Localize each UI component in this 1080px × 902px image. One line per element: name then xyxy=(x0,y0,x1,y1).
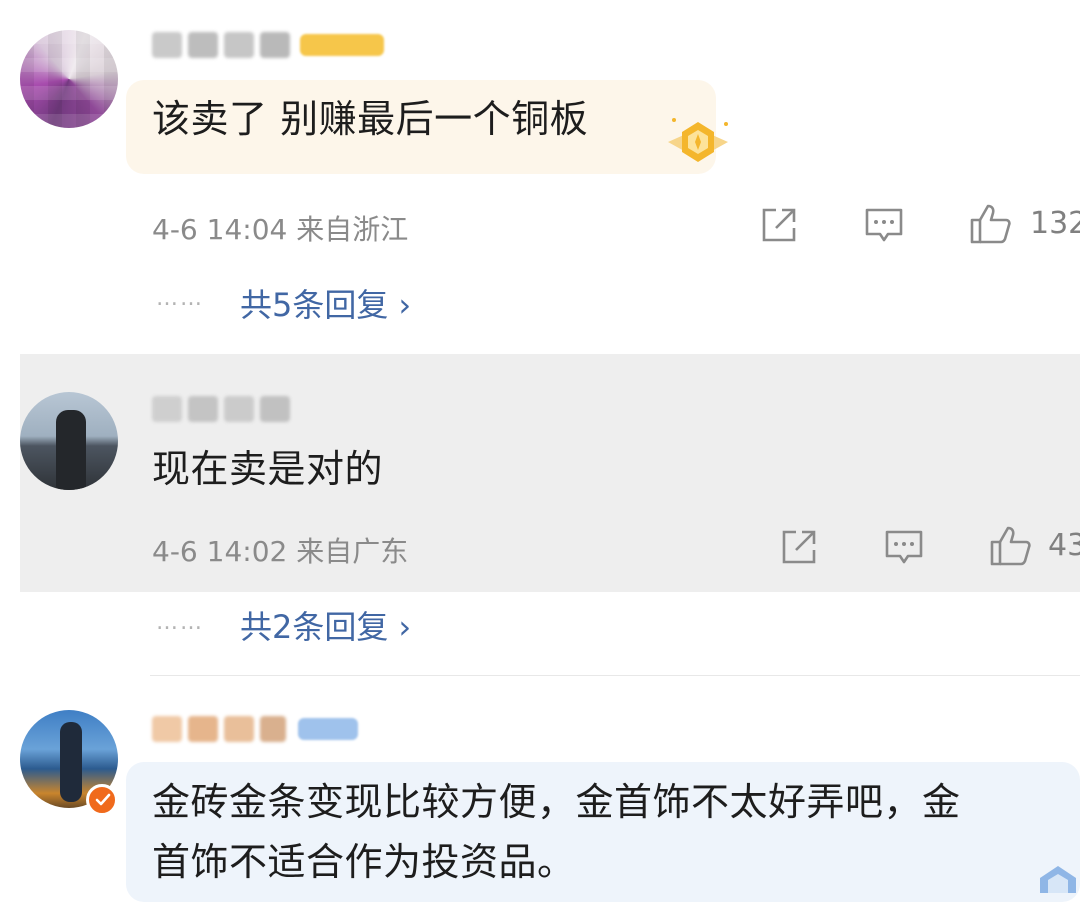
avatar[interactable] xyxy=(20,392,118,490)
comment-meta: 4-6 14:02 来自广东 xyxy=(152,530,408,570)
chevron-right-icon: › xyxy=(398,286,412,324)
medal-icon xyxy=(1040,866,1076,893)
like-icon[interactable] xyxy=(968,202,1012,246)
comment-time: 4-6 14:04 xyxy=(152,213,288,246)
member-badge xyxy=(298,718,358,740)
comment-location: 来自浙江 xyxy=(296,213,409,246)
comment-text: 金砖金条变现比较方便，金首饰不太好弄吧，金 首饰不适合作为投资品。 xyxy=(152,772,961,892)
comment-meta: 4-6 14:04 来自浙江 xyxy=(152,208,408,248)
divider xyxy=(150,675,1080,676)
share-icon[interactable] xyxy=(760,206,798,244)
comment-text-line: 首饰不适合作为投资品。 xyxy=(152,840,576,884)
avatar[interactable] xyxy=(20,30,118,128)
like-count: 43 xyxy=(1048,528,1080,563)
comment-icon[interactable] xyxy=(884,528,924,568)
replies-dots: …… xyxy=(156,610,204,635)
view-replies-label: 共5条回复 xyxy=(240,286,389,324)
comment-text: 该卖了 别赚最后一个铜板 xyxy=(152,97,589,141)
comment-location: 来自广东 xyxy=(296,535,409,568)
like-count: 132 xyxy=(1030,206,1080,241)
username-blurred[interactable] xyxy=(152,396,290,422)
comment-time: 4-6 14:02 xyxy=(152,535,288,568)
medal-icon xyxy=(668,118,728,162)
view-replies-link[interactable]: 共2条回复 › xyxy=(240,602,411,648)
share-icon[interactable] xyxy=(780,528,818,566)
comment-text-line: 金砖金条变现比较方便，金首饰不太好弄吧，金 xyxy=(152,780,961,824)
view-replies-link[interactable]: 共5条回复 › xyxy=(240,280,411,326)
comment-text: 现在卖是对的 xyxy=(152,447,384,491)
member-badge xyxy=(300,34,384,56)
like-icon[interactable] xyxy=(988,524,1032,568)
view-replies-label: 共2条回复 xyxy=(240,608,389,646)
comment-icon[interactable] xyxy=(864,206,904,246)
chevron-right-icon: › xyxy=(398,608,412,646)
username-blurred[interactable] xyxy=(152,32,290,58)
username-blurred[interactable] xyxy=(152,716,286,742)
verified-icon xyxy=(86,784,118,816)
replies-dots: …… xyxy=(156,286,204,311)
